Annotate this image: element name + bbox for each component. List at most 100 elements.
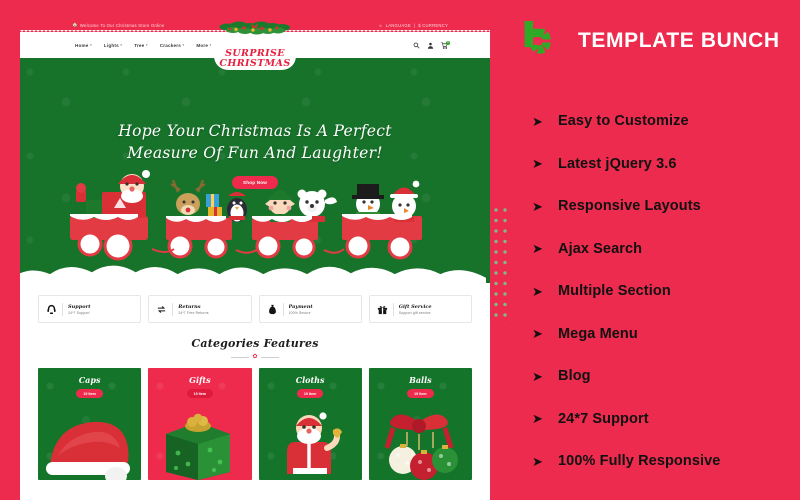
nav-icon-group: 0 [413,40,450,49]
category-card-cloths[interactable]: Cloths 19 Item [258,368,362,480]
category-count-badge[interactable]: 19 Item [296,389,324,398]
service-text: Support 24*7 Support [68,304,91,315]
feature-label: 24*7 Support [558,410,649,427]
logo-wordmark: SURPRISE CHRISTMAS [219,49,290,68]
category-count-badge[interactable]: 19 Item [76,389,103,398]
service-title: Returns [178,303,201,310]
feature-label: 100% Fully Responsive [558,453,721,470]
arrow-right-icon: ➤ [532,368,543,384]
currency-selector[interactable]: $ CURRENCY [418,23,448,28]
arrow-right-icon: ➤ [532,411,543,427]
logo-line-2: CHRISTMAS [219,57,291,69]
topbar-settings-group: ☼ LANGUAGE | $ CURRENCY [378,23,448,28]
chevron-down-icon: ▾ [209,43,212,47]
feature-item-responsive-layouts: ➤ Responsive Layouts [532,185,800,228]
arrow-right-icon: ➤ [532,241,543,257]
category-count-badge[interactable]: 19 Item [407,389,434,398]
feature-label: Multiple Section [558,283,671,300]
arrow-right-icon: ➤ [532,113,543,129]
category-card-balls[interactable]: Balls 19 Item [368,368,472,480]
divider-line [231,356,250,358]
topbar-welcome-group: 🏠 Welcome To Our Christmas Store Online [72,22,165,28]
categories-section: Categories Features ✿ Caps 19 Item Gifts… [20,333,490,480]
divider [62,302,63,316]
service-subtitle: 24*7 Support [68,310,90,315]
feature-label: Ajax Search [558,240,643,257]
feature-item-blog: ➤ Blog [532,355,800,398]
service-text: Gift Service Support gift service [399,304,432,315]
nav-item-tree[interactable]: Tree ▾ [134,43,148,48]
language-selector[interactable]: LANGUAGE [386,23,411,28]
template-bunch-logo-icon [524,21,551,54]
service-card-support[interactable]: Support 24*7 Support [38,295,142,323]
chevron-down-icon: ▾ [90,43,92,47]
service-card-returns[interactable]: Returns 24*7 Free Returns [148,295,252,323]
category-card-caps[interactable]: Caps 19 Item [38,368,142,480]
category-name: Caps [78,375,101,385]
feature-item-latest-jquery: ➤ Latest jQuery 3.6 [532,143,800,186]
globe-icon: ☼ [378,22,383,28]
money-bag-icon [267,304,278,315]
chevron-down-icon: ▾ [145,43,148,47]
ornaments-with-bow-image [384,414,458,480]
christmas-wreath [219,21,290,35]
nav-menu: Home ▾ Lights ▾ Tree ▾ Crackers ▾ More ▾ [75,43,211,48]
christmas-train-illustration [70,170,422,261]
nav-label: More [196,42,209,48]
website-preview: 🏠 Welcome To Our Christmas Store Online … [20,18,490,500]
brand-header: TEMPLATE BUNCH [520,18,788,64]
arrow-right-icon: ➤ [532,453,543,469]
nav-item-home[interactable]: Home ▾ [75,43,92,48]
feature-label: Responsive Layouts [558,198,701,215]
hero-banner: Hope Your Christmas Is A Perfect Measure… [20,58,490,283]
gift-box-icon [377,304,388,315]
topbar-separator: | [413,22,416,28]
divider [392,302,394,316]
category-name: Balls [409,375,432,385]
service-subtitle: 100% Secure [288,310,311,315]
service-card-payment[interactable]: Payment 100% Secure [258,295,362,323]
site-logo[interactable]: SURPRISE CHRISTMAS [214,18,296,74]
search-icon[interactable] [413,42,420,49]
feature-label: Blog [558,368,591,385]
feature-list: ➤ Easy to Customize ➤ Latest jQuery 3.6 … [532,100,800,483]
santa-hat-image [46,421,130,480]
nav-item-crackers[interactable]: Crackers ▾ [160,43,185,48]
santa-with-bell-image [286,412,342,474]
brand-row: TEMPLATE BUNCH [520,18,788,64]
screenshot-stage: 🏠 Welcome To Our Christmas Store Online … [0,0,800,500]
arrow-right-icon: ➤ [532,156,543,172]
service-subtitle: 24*7 Free Returns [178,310,209,315]
category-name: Cloths [295,375,325,385]
section-divider: ✿ [38,354,472,360]
cart-count-badge: 0 [446,40,450,45]
nav-item-lights[interactable]: Lights ▾ [104,43,122,48]
service-card-gift-service[interactable]: Gift Service Support gift service [368,295,472,323]
service-features-row: Support 24*7 Support Returns 24*7 Free R… [20,283,490,333]
arrow-right-icon: ➤ [532,326,543,342]
categories-heading: Categories Features [191,337,319,350]
shopping-cart-icon[interactable]: 0 [441,40,450,49]
brand-name: TEMPLATE BUNCH [578,29,780,52]
hero-heading: Hope Your Christmas Is A Perfect Measure… [20,58,490,165]
feature-label: Mega Menu [558,325,638,342]
service-text: Payment 100% Secure [289,304,313,315]
service-title: Payment [288,303,313,310]
category-name: Gifts [189,375,211,385]
user-account-icon[interactable] [427,42,434,49]
nav-item-more[interactable]: More ▾ [196,43,211,48]
topbar-welcome-text: Welcome To Our Christmas Store Online [79,22,165,28]
dot-grid-decoration [494,208,508,324]
chevron-down-icon: ▾ [182,43,185,47]
category-card-gifts[interactable]: Gifts 19 Item [148,368,252,480]
arrow-right-icon: ➤ [532,198,543,214]
feature-label: Easy to Customize [558,113,689,130]
feature-item-multiple-section: ➤ Multiple Section [532,270,800,313]
category-count-badge[interactable]: 19 Item [186,389,214,398]
service-subtitle: Support gift service [398,310,431,315]
bell-divider-icon: ✿ [252,354,258,360]
service-text: Returns 24*7 Free Returns [178,304,208,315]
chevron-down-icon: ▾ [120,43,123,47]
gift-box-image [166,413,231,480]
return-arrows-icon [156,304,167,315]
